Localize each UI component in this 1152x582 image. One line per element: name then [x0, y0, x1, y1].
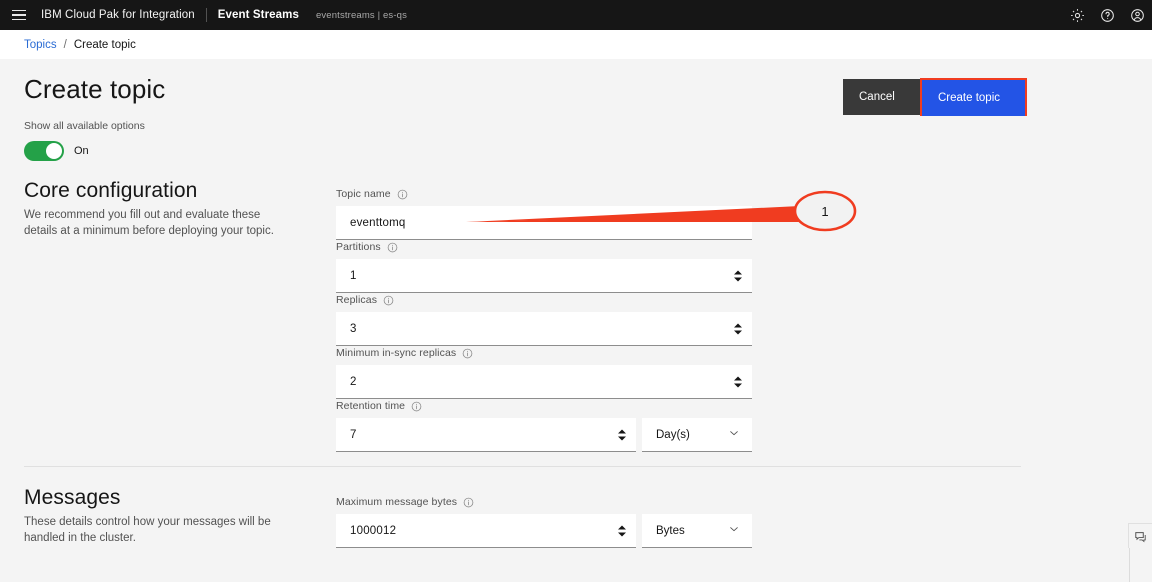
help-icon[interactable]	[1092, 0, 1122, 30]
global-header: IBM Cloud Pak for Integration Event Stre…	[0, 0, 1152, 30]
stepper-down-icon[interactable]	[618, 436, 626, 440]
retention-time-input[interactable]: 7	[336, 418, 636, 452]
toggle-knob	[46, 143, 62, 159]
user-avatar-icon[interactable]	[1122, 0, 1152, 30]
retention-time-value: 7	[350, 428, 357, 441]
max-message-bytes-info-icon[interactable]	[463, 497, 474, 508]
partitions-label-group: Partitions	[336, 241, 752, 253]
replicas-field: Replicas 3	[336, 294, 752, 346]
partitions-value: 1	[350, 269, 357, 282]
gear-icon[interactable]	[1062, 0, 1092, 30]
page-title: Create topic	[24, 74, 166, 104]
page-body: Create topic Show all available options …	[0, 59, 1152, 582]
retention-time-field: Retention time 7 Day(s)	[336, 400, 752, 452]
core-configuration-description: We recommend you fill out and evaluate t…	[24, 209, 274, 237]
min-insync-replicas-info-icon[interactable]	[462, 348, 473, 359]
create-topic-highlight: Create topic	[920, 78, 1027, 116]
toggle-state-label: On	[74, 145, 89, 157]
partitions-label: Partitions	[336, 241, 381, 253]
retention-time-controls: 7 Day(s)	[336, 418, 752, 452]
page-actions: Cancel Create topic	[843, 78, 1027, 116]
stepper-down-icon[interactable]	[618, 532, 626, 536]
max-message-bytes-value: 1000012	[350, 524, 397, 537]
topic-name-value: eventtomq	[350, 216, 406, 229]
section-divider	[24, 466, 1021, 467]
partitions-info-icon[interactable]	[387, 242, 398, 253]
max-message-bytes-unit-value: Bytes	[656, 524, 685, 537]
show-all-options-label: Show all available options	[24, 120, 145, 132]
brand-label: IBM Cloud Pak for Integration	[41, 9, 195, 21]
breadcrumb-separator: /	[63, 38, 67, 51]
min-insync-replicas-field: Minimum in-sync replicas 2	[336, 347, 752, 399]
retention-time-unit-value: Day(s)	[656, 428, 690, 441]
stepper-up-icon[interactable]	[734, 376, 742, 380]
max-message-bytes-label: Maximum message bytes	[336, 496, 458, 508]
replicas-stepper[interactable]	[734, 323, 742, 334]
topic-name-info-icon[interactable]	[397, 189, 408, 200]
partitions-stepper[interactable]	[734, 270, 742, 281]
topic-name-label: Topic name	[336, 188, 391, 200]
stepper-down-icon[interactable]	[734, 383, 742, 387]
replicas-info-icon[interactable]	[383, 295, 394, 306]
replicas-input[interactable]: 3	[336, 312, 752, 346]
topic-name-field: Topic name eventtomq	[336, 188, 752, 240]
min-insync-label-group: Minimum in-sync replicas	[336, 347, 752, 359]
min-insync-replicas-stepper[interactable]	[734, 376, 742, 387]
show-all-options-toggle-group: On	[24, 141, 89, 161]
header-actions	[1062, 0, 1152, 30]
replicas-label: Replicas	[336, 294, 378, 306]
stepper-down-icon[interactable]	[734, 330, 742, 334]
min-insync-replicas-value: 2	[350, 375, 357, 388]
max-message-bytes-controls: 1000012 Bytes	[336, 514, 752, 548]
min-insync-replicas-input[interactable]: 2	[336, 365, 752, 399]
retention-time-unit-select[interactable]: Day(s)	[642, 418, 752, 452]
stepper-up-icon[interactable]	[734, 270, 742, 274]
retention-time-info-icon[interactable]	[411, 401, 422, 412]
hamburger-menu-icon[interactable]	[4, 0, 34, 30]
chevron-down-icon[interactable]	[728, 522, 740, 540]
messages-heading: Messages	[24, 486, 121, 509]
replicas-label-group: Replicas	[336, 294, 752, 306]
stepper-up-icon[interactable]	[618, 525, 626, 529]
stepper-up-icon[interactable]	[618, 429, 626, 433]
partitions-input[interactable]: 1	[336, 259, 752, 293]
retention-time-label: Retention time	[336, 400, 406, 412]
max-message-bytes-unit-select[interactable]: Bytes	[642, 514, 752, 548]
create-topic-button[interactable]: Create topic	[922, 80, 1025, 116]
instance-label: eventstreams | es-qs	[315, 9, 407, 21]
cancel-button[interactable]: Cancel	[843, 79, 920, 115]
topic-name-input[interactable]: eventtomq	[336, 206, 752, 240]
breadcrumb-current: Create topic	[73, 38, 136, 51]
max-message-bytes-input[interactable]: 1000012	[336, 514, 636, 548]
stepper-down-icon[interactable]	[734, 277, 742, 281]
breadcrumb-bar: Topics / Create topic	[0, 30, 1152, 59]
max-message-bytes-stepper[interactable]	[618, 525, 626, 536]
max-message-bytes-field: Maximum message bytes 1000012 Bytes	[336, 496, 752, 548]
header-divider	[205, 8, 207, 22]
core-configuration-heading: Core configuration	[24, 179, 198, 202]
max-message-bytes-label-group: Maximum message bytes	[336, 496, 752, 508]
retention-time-stepper[interactable]	[618, 429, 626, 440]
retention-time-label-group: Retention time	[336, 400, 752, 412]
partitions-field: Partitions 1	[336, 241, 752, 293]
min-insync-replicas-label: Minimum in-sync replicas	[336, 347, 457, 359]
topic-name-label-group: Topic name	[336, 188, 752, 200]
chevron-down-icon[interactable]	[728, 426, 740, 444]
breadcrumb-topics-link[interactable]: Topics	[24, 39, 57, 51]
feedback-chat-icon[interactable]	[1128, 523, 1152, 548]
stepper-up-icon[interactable]	[734, 323, 742, 327]
messages-description: These details control how your messages …	[24, 516, 271, 544]
show-all-options-toggle[interactable]	[24, 141, 64, 161]
product-name-label[interactable]: Event Streams	[218, 9, 299, 21]
replicas-value: 3	[350, 322, 357, 335]
